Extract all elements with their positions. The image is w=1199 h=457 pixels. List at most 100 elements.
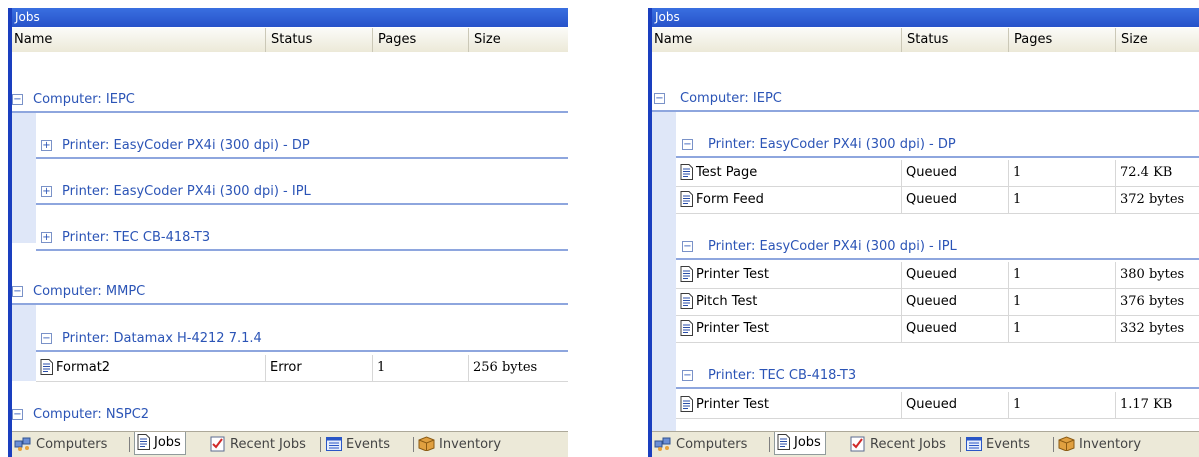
tab-inventory[interactable]: Inventory [416, 434, 505, 455]
tab-separator [960, 437, 961, 452]
minus-icon[interactable]: − [654, 93, 665, 104]
table-row[interactable]: Printer Test Queued 1 1.17 KB [676, 392, 1199, 419]
group-printer-px4i-ipl[interactable]: + Printer: EasyCoder PX4i (300 dpi) - IP… [36, 179, 568, 205]
jobs-panel-right: Jobs Name Status Pages Size − Computer: … [648, 8, 1199, 457]
column-header-pages[interactable]: Pages [373, 28, 469, 52]
cell-name: Form Feed [676, 187, 902, 213]
table-row[interactable]: Printer Test Queued 1 380 bytes [676, 262, 1199, 289]
tab-separator [129, 437, 130, 452]
tab-recent-jobs[interactable]: Recent Jobs [208, 434, 310, 455]
table-row[interactable]: Form Feed Queued 1 372 bytes [676, 187, 1199, 214]
tab-label: Inventory [1079, 437, 1142, 452]
indent-band [12, 111, 36, 243]
tab-recent-jobs[interactable]: Recent Jobs [848, 434, 950, 455]
indent-band [652, 111, 676, 431]
cell-status: Queued [902, 289, 1009, 315]
group-computer-nspc2[interactable]: − Computer: NSPC2 [8, 402, 568, 428]
group-label: Computer: MMPC [33, 284, 146, 299]
cell-status: Queued [902, 392, 1009, 418]
cell-pages: 1 [1009, 262, 1116, 288]
cell-size: 380 bytes [1120, 267, 1185, 282]
cell-name: Printer Test [676, 392, 902, 418]
events-icon [326, 436, 342, 451]
tab-jobs[interactable]: Jobs [774, 432, 826, 455]
tab-label: Recent Jobs [230, 437, 306, 452]
cell-size: 72.4 KB [1120, 165, 1173, 180]
plus-icon[interactable]: + [41, 232, 52, 243]
table-row[interactable]: Format2 Error 1 256 bytes [36, 355, 568, 382]
tab-events[interactable]: Events [324, 434, 394, 455]
box-icon [1058, 436, 1075, 451]
group-printer-tec[interactable]: + Printer: TEC CB-418-T3 [36, 225, 568, 251]
tab-label: Jobs [154, 435, 181, 450]
minus-icon[interactable]: − [682, 139, 693, 150]
column-header-status[interactable]: Status [902, 28, 1009, 52]
group-label: Printer: EasyCoder PX4i (300 dpi) - IPL [708, 239, 957, 254]
tab-inventory[interactable]: Inventory [1056, 434, 1145, 455]
cell-size: 256 bytes [473, 360, 538, 375]
group-label: Printer: EasyCoder PX4i (300 dpi) - DP [708, 137, 956, 152]
group-label: Printer: Datamax H-4212 7.1.4 [62, 331, 262, 346]
tab-events[interactable]: Events [964, 434, 1034, 455]
tab-computers[interactable]: Computers [12, 434, 111, 455]
tab-computers[interactable]: Computers [652, 434, 751, 455]
column-header-name[interactable]: Name [8, 28, 266, 52]
column-header-pages[interactable]: Pages [1009, 28, 1116, 52]
group-computer-iepc[interactable]: − Computer: IEPC [648, 86, 1199, 112]
table-row[interactable]: Test Page Queued 1 72.4 KB [676, 160, 1199, 187]
group-label: Printer: EasyCoder PX4i (300 dpi) - DP [62, 138, 310, 153]
tab-separator [413, 437, 414, 452]
cell-size: 332 bytes [1120, 321, 1185, 336]
cell-name: Format2 [36, 355, 266, 381]
cell-status: Error [266, 355, 373, 381]
cell-size: 372 bytes [1120, 192, 1185, 207]
column-header-status[interactable]: Status [266, 28, 373, 52]
column-header-name[interactable]: Name [648, 28, 902, 52]
tab-jobs[interactable]: Jobs [134, 432, 186, 455]
column-header-size[interactable]: Size [1116, 28, 1199, 52]
group-printer-px4i-ipl[interactable]: − Printer: EasyCoder PX4i (300 dpi) - IP… [676, 234, 1199, 260]
minus-icon[interactable]: − [12, 409, 23, 420]
minus-icon[interactable]: − [12, 286, 23, 297]
checkmark-icon [850, 436, 865, 451]
job-name: Printer Test [696, 267, 769, 282]
minus-icon[interactable]: − [12, 94, 23, 105]
column-header-size[interactable]: Size [469, 28, 568, 52]
group-label: Printer: TEC CB-418-T3 [62, 230, 211, 245]
group-computer-mmpc[interactable]: − Computer: MMPC [8, 279, 568, 305]
cell-pages: 1 [1009, 187, 1116, 213]
table-row[interactable]: Pitch Test Queued 1 376 bytes [676, 289, 1199, 316]
cell-pages: 1 [1009, 289, 1116, 315]
cell-size: 376 bytes [1120, 294, 1185, 309]
spacer [652, 52, 1199, 78]
group-printer-tec[interactable]: − Printer: TEC CB-418-T3 [676, 363, 1199, 389]
cell-status: Queued [902, 187, 1009, 213]
tab-separator [1053, 437, 1054, 452]
plus-icon[interactable]: + [41, 186, 52, 197]
indent-band [12, 303, 36, 381]
group-printer-px4i-dp[interactable]: + Printer: EasyCoder PX4i (300 dpi) - DP [36, 133, 568, 159]
job-name: Printer Test [696, 397, 769, 412]
group-label: Printer: EasyCoder PX4i (300 dpi) - IPL [62, 184, 311, 199]
minus-icon[interactable]: − [41, 333, 52, 344]
group-printer-px4i-dp[interactable]: − Printer: EasyCoder PX4i (300 dpi) - DP [676, 132, 1199, 158]
document-icon [680, 319, 693, 336]
group-computer-iepc[interactable]: − Computer: IEPC [8, 87, 568, 113]
job-name: Format2 [56, 360, 111, 375]
computers-icon [14, 437, 31, 451]
job-name: Printer Test [696, 321, 769, 336]
minus-icon[interactable]: − [682, 370, 693, 381]
group-printer-datamax[interactable]: − Printer: Datamax H-4212 7.1.4 [36, 326, 568, 352]
tab-label: Computers [36, 437, 108, 452]
tab-separator [320, 437, 321, 452]
document-icon [40, 358, 53, 375]
tab-label: Computers [676, 437, 748, 452]
tab-label: Inventory [439, 437, 502, 452]
cell-pages: 1 [1009, 316, 1116, 342]
minus-icon[interactable]: − [682, 241, 693, 252]
tab-label: Jobs [794, 435, 821, 450]
plus-icon[interactable]: + [41, 140, 52, 151]
tab-separator [769, 437, 770, 452]
job-name: Form Feed [696, 192, 764, 207]
table-row[interactable]: Printer Test Queued 1 332 bytes [676, 316, 1199, 343]
